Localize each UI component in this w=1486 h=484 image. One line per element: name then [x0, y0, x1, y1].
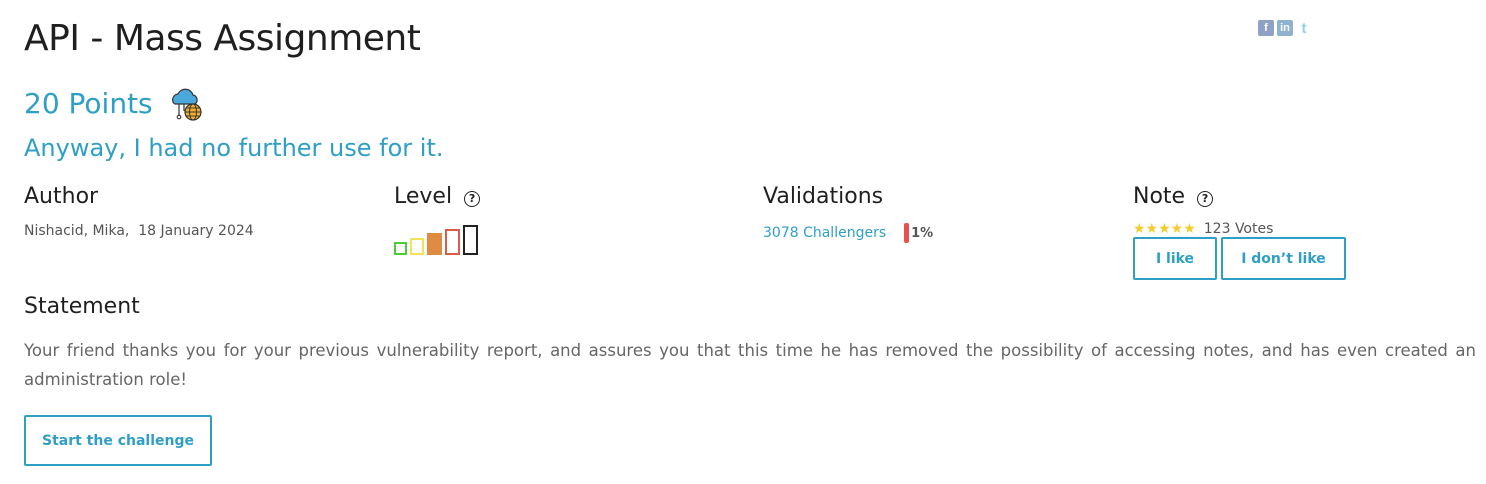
- level-box-2: [410, 238, 424, 255]
- note-section: Note ? ★★★★★ 123 Votes I like I don’t li…: [1133, 184, 1346, 280]
- percent-bar: [904, 223, 910, 243]
- social-share: f in t: [1258, 20, 1312, 36]
- level-indicator: [394, 225, 480, 255]
- level-label: Level: [394, 184, 453, 209]
- level-box-3: [427, 233, 442, 255]
- page-title: API - Mass Assignment: [24, 18, 421, 59]
- note-header: Note ?: [1133, 184, 1346, 209]
- rating-stars: ★★★★★: [1133, 221, 1196, 237]
- linkedin-icon[interactable]: in: [1277, 20, 1293, 36]
- level-header: Level ?: [394, 184, 481, 209]
- challengers-link[interactable]: 3078 Challengers: [763, 225, 886, 241]
- level-box-5: [463, 225, 478, 255]
- challenge-subtitle: Anyway, I had no further use for it.: [24, 134, 444, 162]
- twitter-icon[interactable]: t: [1296, 20, 1312, 36]
- cloud-globe-icon: [171, 88, 202, 121]
- level-box-4: [445, 229, 460, 255]
- statement-text: Your friend thanks you for your previous…: [24, 341, 1476, 389]
- facebook-icon[interactable]: f: [1258, 20, 1274, 36]
- like-button[interactable]: I like: [1133, 237, 1217, 280]
- validations-row: 3078 Challengers 1%: [763, 223, 933, 243]
- author-section: Author Nishacid, Mika, 18 January 2024: [24, 184, 254, 239]
- votes-count: 123 Votes: [1203, 221, 1274, 237]
- level-section: Level ?: [394, 184, 481, 255]
- vote-buttons: I like I don’t like: [1133, 237, 1346, 280]
- note-label: Note: [1133, 184, 1186, 209]
- rating-row: ★★★★★ 123 Votes: [1133, 221, 1346, 237]
- dislike-button[interactable]: I don’t like: [1221, 237, 1346, 280]
- validations-section: Validations 3078 Challengers 1%: [763, 184, 933, 243]
- help-icon[interactable]: ?: [464, 190, 481, 207]
- help-icon[interactable]: ?: [1197, 190, 1214, 207]
- validations-label: Validations: [763, 184, 884, 209]
- points-value: 20 Points: [24, 86, 153, 120]
- level-box-1: [394, 242, 407, 255]
- author-label: Author: [24, 184, 99, 209]
- points-row: 20 Points: [24, 84, 205, 122]
- author-value: Nishacid, Mika, 18 January 2024: [24, 223, 254, 239]
- start-challenge-button[interactable]: Start the challenge: [24, 415, 212, 466]
- validation-percent: 1%: [911, 225, 934, 241]
- statement-label: Statement: [24, 294, 140, 319]
